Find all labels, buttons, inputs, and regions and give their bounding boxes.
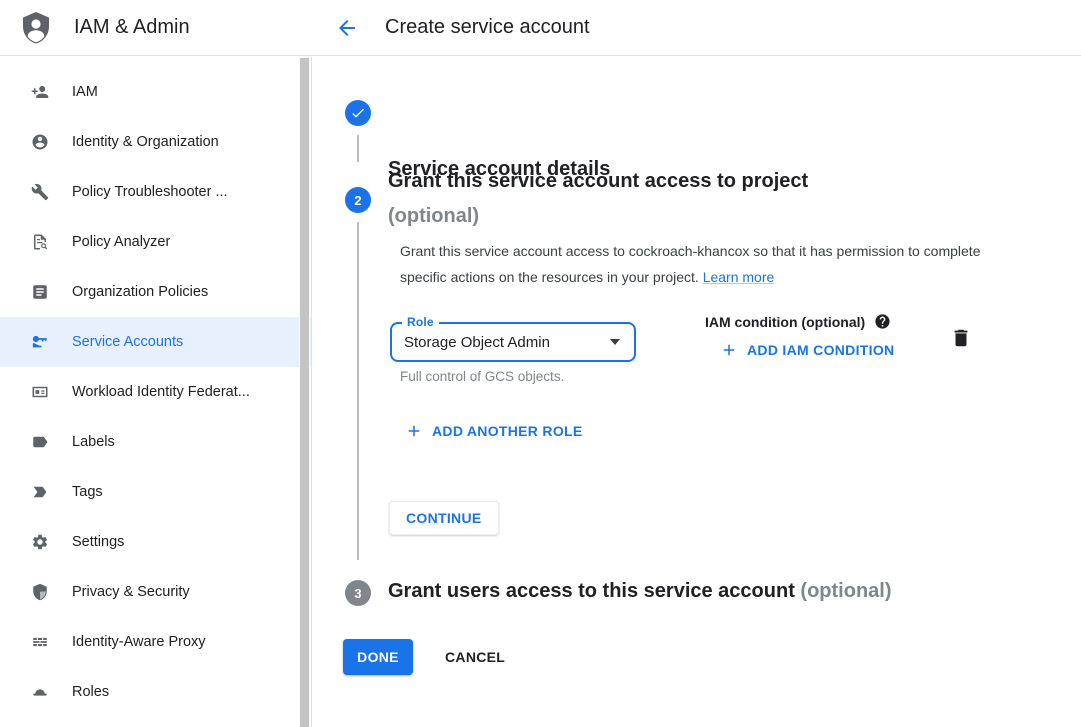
cancel-button[interactable]: CANCEL [429,639,521,675]
role-select[interactable]: Role Storage Object Admin [390,322,636,362]
sidebar-item-label: Settings [72,534,124,550]
done-button[interactable]: DONE [343,639,413,675]
service-account-key-icon [31,333,49,351]
sidebar-item-label: Policy Troubleshooter ... [72,184,228,200]
step3-number: 3 [354,586,361,601]
continue-button[interactable]: CONTINUE [389,501,499,535]
product-header: IAM & Admin [0,11,312,45]
product-title: IAM & Admin [74,16,190,39]
step2-description: Grant this service account access to coc… [400,238,985,290]
top-header: IAM & Admin Create service account [0,0,1081,56]
shield-icon [31,583,49,601]
step2-optional-label: (optional) [388,205,479,228]
sidebar-item-label: IAM [72,84,98,100]
add-iam-condition-label: ADD IAM CONDITION [747,342,894,358]
sidebar-item-service-accounts[interactable]: Service Accounts [0,317,311,367]
sidebar-item-label: Identity & Organization [72,134,219,150]
sidebar-item-organization-policies[interactable]: Organization Policies [0,267,311,317]
back-button[interactable] [327,8,367,48]
sidebar-item-label: Policy Analyzer [72,234,170,250]
sidebar-item-identity-aware-proxy[interactable]: Identity-Aware Proxy [0,617,311,667]
badge-card-icon [31,383,49,401]
step-connector [357,222,359,560]
check-icon [350,105,366,121]
chevron-down-icon [610,339,620,345]
label-tag-icon [31,433,49,451]
sidebar-item-privacy-security[interactable]: Privacy & Security [0,567,311,617]
role-helper-text: Full control of GCS objects. [400,369,564,384]
document-lines-icon [31,283,49,301]
hat-icon [31,683,49,701]
sidebar-item-policy-troubleshooter[interactable]: Policy Troubleshooter ... [0,167,311,217]
person-add-icon [31,83,49,101]
gear-icon [31,533,49,551]
add-another-role-label: ADD ANOTHER ROLE [432,423,583,439]
sidebar-item-label: Identity-Aware Proxy [72,634,206,650]
page-title: Create service account [385,16,590,39]
sidebar-item-label: Labels [72,434,115,450]
plus-icon [405,422,423,440]
trash-icon [950,327,972,349]
account-circle-icon [31,133,49,151]
sidebar-item-settings[interactable]: Settings [0,517,311,567]
iam-shield-logo-icon [20,11,52,45]
sidebar-item-tags[interactable]: Tags [0,467,311,517]
wrench-icon [31,183,49,201]
learn-more-link[interactable]: Learn more [703,269,775,285]
page-header: Create service account [312,8,590,48]
step2-number-badge: 2 [345,187,371,213]
sidebar-item-label: Tags [72,484,103,500]
sidebar-scrollbar-track [299,57,310,727]
sidebar-item-label: Service Accounts [72,334,183,350]
step2-number: 2 [354,193,361,208]
form-actions: DONE CANCEL [343,639,521,675]
tag-arrow-icon [31,483,49,501]
delete-role-button[interactable] [949,327,973,351]
plus-icon [720,341,738,359]
add-another-role-button[interactable]: ADD ANOTHER ROLE [405,422,583,440]
step3-optional-label: (optional) [800,580,891,602]
sidebar-item-policy-analyzer[interactable]: Policy Analyzer [0,217,311,267]
sidebar-item-identity-organization[interactable]: Identity & Organization [0,117,311,167]
sidebar-item-label: Privacy & Security [72,584,190,600]
step3-number-badge: 3 [345,580,371,606]
add-iam-condition-button[interactable]: ADD IAM CONDITION [720,341,894,359]
sidebar-item-iam[interactable]: IAM [0,67,311,117]
iam-condition-header: IAM condition (optional) [705,313,891,330]
role-select-value: Storage Object Admin [404,334,610,351]
sidebar-item-labels[interactable]: Labels [0,417,311,467]
sidebar: IAM Identity & Organization Policy Troub… [0,57,312,727]
sidebar-item-label: Organization Policies [72,284,208,300]
sidebar-item-workload-identity-federation[interactable]: Workload Identity Federat... [0,367,311,417]
iam-condition-label: IAM condition (optional) [705,314,865,330]
create-service-account-form: Service account details 2 Grant this ser… [312,57,1081,727]
step1-completed-badge [345,100,371,126]
role-select-label: Role [402,315,439,329]
sidebar-item-label: Workload Identity Federat... [72,384,250,400]
arrow-back-icon [335,16,359,40]
step3-title-text: Grant users access to this service accou… [388,580,795,602]
sidebar-scrollbar-thumb[interactable] [300,58,309,727]
sidebar-item-label: Roles [72,684,109,700]
document-search-icon [31,233,49,251]
sidebar-item-roles[interactable]: Roles [0,667,311,717]
help-icon[interactable] [874,313,891,330]
step3-title[interactable]: Grant users access to this service accou… [388,580,892,603]
step-connector [357,135,359,162]
step2-description-text: Grant this service account access to coc… [400,243,981,285]
firewall-icon [31,633,49,651]
step2-title[interactable]: Grant this service account access to pro… [388,170,808,193]
